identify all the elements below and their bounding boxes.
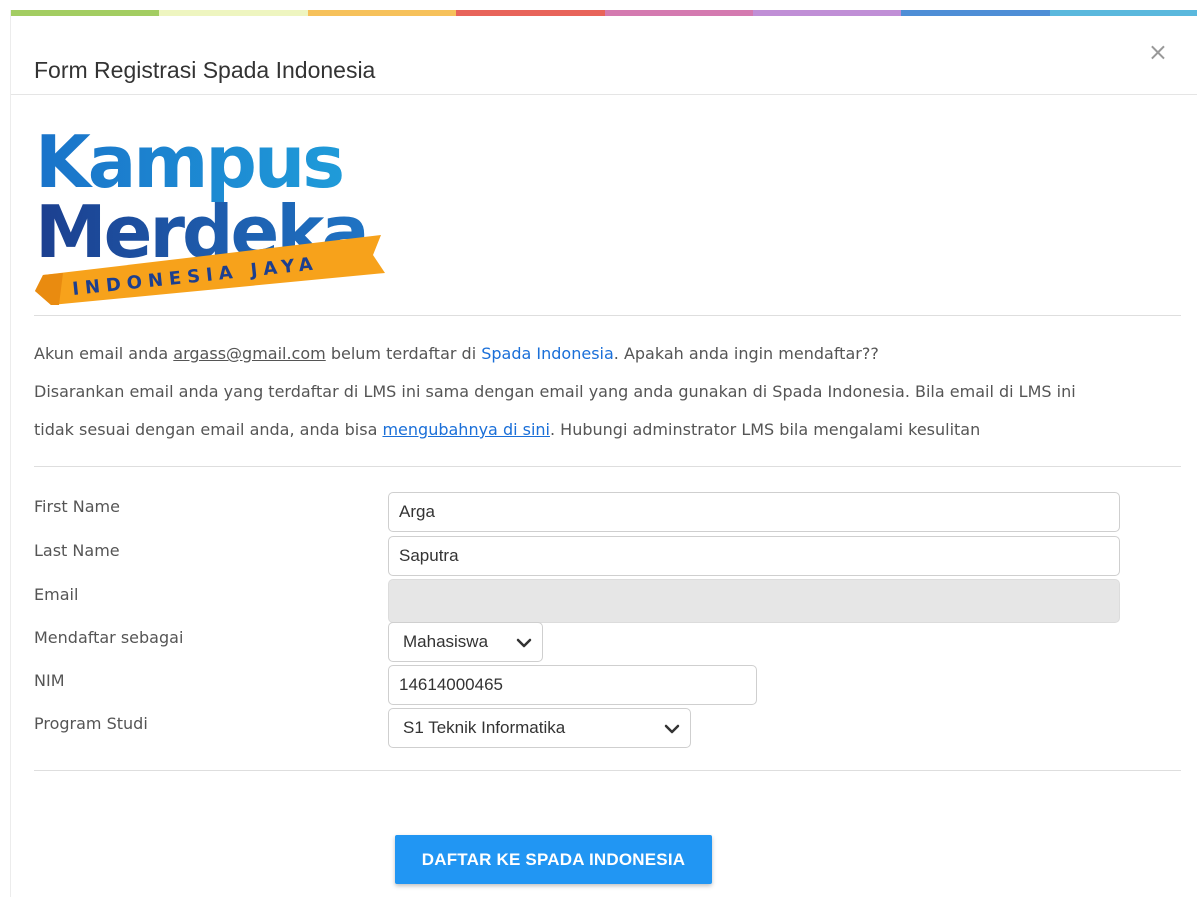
message-line-3: tidak sesuai dengan email anda, anda bis… — [34, 420, 981, 439]
first-name-label: First Name — [34, 497, 120, 516]
role-select[interactable]: Mahasiswa — [388, 622, 543, 662]
nim-label: NIM — [34, 671, 65, 690]
message-line-2: Disarankan email anda yang terdaftar di … — [34, 382, 1076, 401]
message-divider — [34, 466, 1181, 467]
register-spada-button[interactable]: DAFTAR KE SPADA INDONESIA — [395, 835, 712, 884]
email-label: Email — [34, 585, 79, 604]
rainbow-segment — [901, 10, 1050, 16]
first-name-input[interactable]: Arga — [388, 492, 1120, 532]
registration-modal: Form Registrasi Spada Indonesia × Kampus… — [10, 10, 1197, 897]
nim-input[interactable]: 14614000465 — [388, 665, 757, 705]
rainbow-segment — [1049, 10, 1197, 16]
user-email: argass@gmail.com — [173, 344, 326, 363]
change-email-link[interactable]: mengubahnya di sini — [382, 420, 550, 439]
rainbow-segment — [11, 10, 160, 16]
program-label: Program Studi — [34, 714, 148, 733]
form-divider — [34, 770, 1181, 771]
rainbow-segment — [307, 10, 457, 16]
rainbow-segment — [752, 10, 902, 16]
message-line-1: Akun email anda argass@gmail.com belum t… — [34, 344, 879, 363]
close-icon[interactable]: × — [1148, 40, 1168, 64]
last-name-input[interactable]: Saputra — [388, 536, 1120, 576]
chevron-down-icon — [664, 724, 680, 734]
rainbow-segment — [456, 10, 605, 16]
rainbow-segment — [159, 10, 308, 16]
logo-divider — [34, 315, 1181, 316]
role-select-value: Mahasiswa — [403, 632, 489, 651]
last-name-label: Last Name — [34, 541, 120, 560]
modal-title: Form Registrasi Spada Indonesia — [34, 57, 376, 83]
email-input — [388, 579, 1120, 623]
kampus-merdeka-logo: Kampus Merdeka INDONESIA JAYA — [35, 120, 385, 305]
header-divider — [11, 94, 1197, 95]
chevron-down-icon — [516, 638, 532, 648]
program-select-value: S1 Teknik Informatika — [403, 718, 566, 737]
program-select[interactable]: S1 Teknik Informatika — [388, 708, 691, 748]
rainbow-segment — [604, 10, 753, 16]
spada-indonesia-link[interactable]: Spada Indonesia — [481, 344, 614, 363]
role-label: Mendaftar sebagai — [34, 628, 184, 647]
rainbow-bar — [11, 10, 1197, 16]
